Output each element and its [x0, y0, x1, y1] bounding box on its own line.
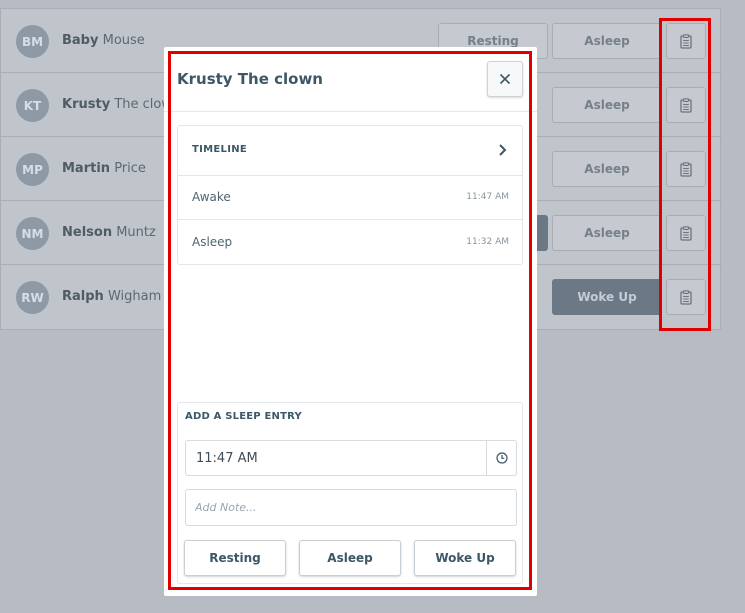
header-divider [164, 111, 537, 112]
first-name: Ralph [62, 289, 104, 304]
time-value: 11:47 AM [196, 451, 258, 466]
child-name[interactable]: Krusty The clown [62, 97, 180, 112]
notes-button[interactable] [666, 151, 706, 187]
clipboard-icon [680, 289, 692, 305]
notes-button[interactable] [666, 215, 706, 251]
first-name: Baby [62, 33, 99, 48]
add-sleep-entry-panel: ADD A SLEEP ENTRY 11:47 AM Resting Aslee… [177, 402, 523, 584]
note-input[interactable] [185, 489, 517, 526]
last-name: Mouse [102, 33, 145, 48]
timeline-panel: TIMELINE Awake 11:47 AM Asleep 11:32 AM [177, 125, 523, 265]
timeline-entry-time: 11:47 AM [466, 192, 509, 202]
time-picker-button[interactable] [486, 441, 516, 475]
timeline-label: TIMELINE [192, 144, 248, 155]
asleep-button[interactable]: Asleep [552, 151, 662, 187]
last-name: Muntz [116, 225, 156, 240]
avatar: MP [16, 153, 49, 186]
last-name: Wigham [107, 289, 162, 304]
timeline-entry: Awake 11:47 AM [178, 176, 522, 220]
close-button[interactable] [487, 61, 523, 97]
first-name: Nelson [62, 225, 113, 240]
notes-button[interactable] [666, 87, 706, 123]
asleep-button[interactable]: Asleep [552, 215, 662, 251]
avatar: KT [16, 89, 49, 122]
sleep-modal: Krusty The clown TIMELINE Awake 11:47 AM… [164, 47, 537, 596]
chevron-right-icon [499, 144, 507, 156]
clipboard-icon [680, 33, 692, 49]
close-icon [499, 73, 511, 85]
clipboard-icon [680, 97, 692, 113]
resting-button[interactable]: Resting [184, 540, 286, 576]
asleep-button[interactable]: Asleep [299, 540, 401, 576]
clipboard-icon [680, 161, 692, 177]
timeline-entry-time: 11:32 AM [466, 237, 509, 247]
add-sleep-entry-label: ADD A SLEEP ENTRY [185, 411, 302, 422]
notes-button[interactable] [666, 23, 706, 59]
woke-up-button[interactable]: Woke Up [552, 279, 662, 315]
clock-icon [495, 452, 508, 464]
child-name[interactable]: Baby Mouse [62, 33, 145, 48]
avatar: BM [16, 25, 49, 58]
woke-up-button[interactable]: Woke Up [414, 540, 516, 576]
child-name[interactable]: Martin Price [62, 161, 146, 176]
time-input[interactable]: 11:47 AM [185, 440, 517, 476]
modal-title: Krusty The clown [177, 70, 323, 88]
timeline-entry-state: Awake [192, 190, 231, 204]
first-name: Krusty [62, 97, 111, 112]
last-name: Price [114, 161, 146, 176]
child-name[interactable]: Ralph Wigham [62, 289, 161, 304]
notes-button[interactable] [666, 279, 706, 315]
clipboard-icon [680, 225, 692, 241]
asleep-button[interactable]: Asleep [552, 87, 662, 123]
asleep-button[interactable]: Asleep [552, 23, 662, 59]
timeline-header[interactable]: TIMELINE [178, 126, 522, 176]
child-name[interactable]: Nelson Muntz [62, 225, 156, 240]
first-name: Martin [62, 161, 111, 176]
timeline-entry: Asleep 11:32 AM [178, 221, 522, 265]
timeline-entry-state: Asleep [192, 235, 233, 249]
avatar: NM [16, 217, 49, 250]
avatar: RW [16, 281, 49, 314]
